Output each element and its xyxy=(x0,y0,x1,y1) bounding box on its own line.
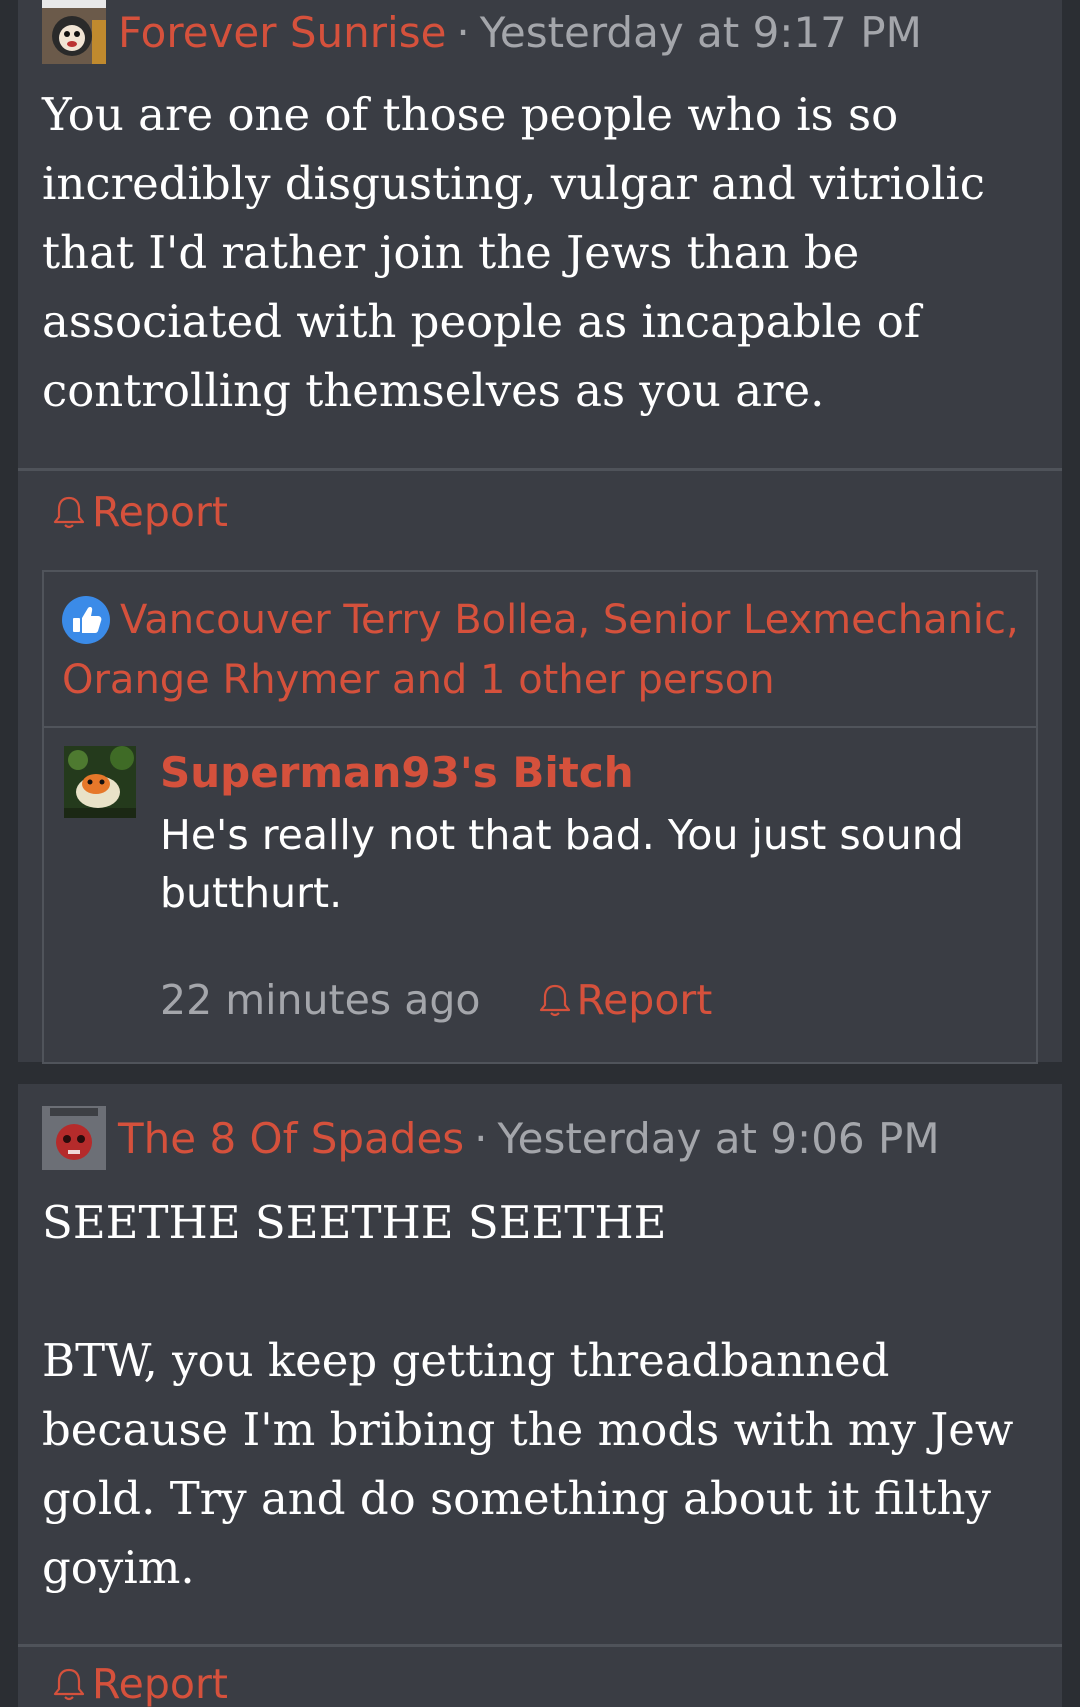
post-body-paragraph: BTW, you keep getting threadbanned becau… xyxy=(42,1334,1014,1594)
reactions-box: Vancouver Terry Bollea, Senior Lexmechan… xyxy=(42,570,1038,1064)
bell-icon xyxy=(540,984,571,1017)
avatar[interactable] xyxy=(42,1106,106,1170)
post-header: The 8 Of Spades · Yesterday at 9:06 PM xyxy=(42,1106,940,1170)
post-author[interactable]: Forever Sunrise xyxy=(118,8,446,57)
report-label: Report xyxy=(92,488,228,536)
post-body-paragraph: SEETHE SEETHE SEETHE xyxy=(42,1196,667,1249)
post-header: Forever Sunrise · Yesterday at 9:17 PM xyxy=(42,0,922,64)
comment-text: He's really not that bad. You just sound… xyxy=(160,811,964,917)
report-button[interactable]: Report xyxy=(52,488,228,536)
likes-summary[interactable]: Vancouver Terry Bollea, Senior Lexmechan… xyxy=(44,572,1036,728)
comment-meta: 22 minutes ago Report xyxy=(160,976,712,1024)
post-card: Forever Sunrise · Yesterday at 9:17 PM Y… xyxy=(18,0,1062,1064)
comment-author[interactable]: Superman93's Bitch xyxy=(160,748,634,797)
comment-time[interactable]: 22 minutes ago xyxy=(160,976,480,1024)
post-body: SEETHE SEETHE SEETHE BTW, you keep getti… xyxy=(42,1188,1022,1602)
comment: Superman93's Bitch He's really not that … xyxy=(44,728,1036,1062)
post-body: You are one of those people who is so in… xyxy=(42,88,985,417)
header-separator: · xyxy=(456,7,470,57)
bell-icon xyxy=(53,1668,85,1701)
divider xyxy=(18,1644,1062,1647)
header-separator: · xyxy=(474,1113,488,1163)
comment-avatar[interactable] xyxy=(64,746,136,818)
report-button[interactable]: Report xyxy=(52,1660,228,1707)
avatar[interactable] xyxy=(42,0,106,64)
report-label: Report xyxy=(92,1660,228,1707)
likes-text[interactable]: Vancouver Terry Bollea, Senior Lexmechan… xyxy=(62,590,1022,710)
post-timestamp[interactable]: Yesterday at 9:17 PM xyxy=(480,8,922,57)
post-author[interactable]: The 8 Of Spades xyxy=(118,1114,464,1163)
comment-report-label: Report xyxy=(576,976,713,1024)
comment-report-button[interactable]: Report xyxy=(538,976,712,1024)
bell-icon xyxy=(53,496,85,529)
divider xyxy=(18,468,1062,471)
post-timestamp[interactable]: Yesterday at 9:06 PM xyxy=(498,1114,940,1163)
post-card: The 8 Of Spades · Yesterday at 9:06 PM S… xyxy=(18,1084,1062,1707)
